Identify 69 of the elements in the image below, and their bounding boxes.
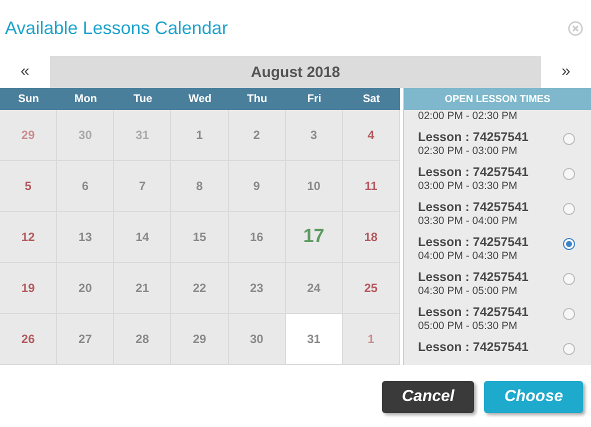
day-cell[interactable]: 26 xyxy=(0,314,58,365)
panel-heading: OPEN LESSON TIMES xyxy=(404,88,591,110)
day-cell[interactable]: 8 xyxy=(171,161,229,212)
day-cell[interactable]: 12 xyxy=(0,212,58,263)
day-cell[interactable]: 10 xyxy=(286,161,343,212)
lesson-time: 02:00 PM - 02:30 PM xyxy=(418,110,518,123)
lesson-time: 02:30 PM - 03:00 PM xyxy=(418,145,518,158)
day-cell[interactable]: 14 xyxy=(114,212,172,263)
day-cell[interactable]: 9 xyxy=(228,161,286,212)
radio-button[interactable] xyxy=(563,133,575,145)
radio-button[interactable] xyxy=(563,343,575,355)
lesson-time: 05:00 PM - 05:30 PM xyxy=(418,320,518,333)
day-cell[interactable]: 29 xyxy=(171,314,229,365)
day-cell[interactable]: 31 xyxy=(286,314,343,365)
lesson-time: 04:30 PM - 05:00 PM xyxy=(418,285,518,298)
day-cell[interactable]: 7 xyxy=(114,161,172,212)
choose-button[interactable]: Choose xyxy=(484,381,583,413)
radio-button[interactable] xyxy=(563,273,575,285)
lesson-title: Lesson : 74257541 xyxy=(418,270,528,285)
day-cell[interactable]: 19 xyxy=(0,263,58,314)
day-cell[interactable]: 24 xyxy=(286,263,343,314)
weekday-label: Sat xyxy=(362,92,381,107)
lesson-title: Lesson : 74257541 xyxy=(418,235,528,250)
weekday-label: Wed xyxy=(187,92,212,107)
day-cell[interactable]: 3 xyxy=(286,110,343,161)
lesson-time: 03:30 PM - 04:00 PM xyxy=(418,215,518,228)
day-cell[interactable]: 13 xyxy=(57,212,114,263)
day-cell[interactable]: 6 xyxy=(57,161,114,212)
weekday-label: Mon xyxy=(73,92,98,107)
day-cell[interactable]: 22 xyxy=(171,263,229,314)
day-cell[interactable]: 16 xyxy=(228,212,286,263)
day-cell[interactable]: 25 xyxy=(342,263,400,314)
lesson-title: Lesson : 74257541 xyxy=(418,130,528,145)
day-cell[interactable]: 1 xyxy=(342,314,400,365)
radio-button[interactable] xyxy=(563,308,575,320)
day-cell[interactable]: 18 xyxy=(342,212,400,263)
radio-button[interactable] xyxy=(563,203,575,215)
lesson-title: Lesson : 74257541 xyxy=(418,305,528,320)
day-cell[interactable]: 11 xyxy=(342,161,400,212)
day-cell[interactable]: 1 xyxy=(171,110,229,161)
cancel-button[interactable]: Cancel xyxy=(382,381,474,413)
radio-button[interactable] xyxy=(563,238,575,250)
lesson-time: 03:00 PM - 03:30 PM xyxy=(418,180,518,193)
month-title: August 2018 xyxy=(50,56,541,88)
radio-button[interactable] xyxy=(563,168,575,180)
lesson-title: Lesson : 74257541 xyxy=(418,200,528,215)
lesson-title: Lesson : 74257541 xyxy=(418,165,528,180)
day-cell[interactable]: 31 xyxy=(114,110,172,161)
weekday-label: Thu xyxy=(246,92,268,107)
day-cell[interactable]: 15 xyxy=(171,212,229,263)
day-cell[interactable]: 23 xyxy=(228,263,286,314)
day-cell[interactable]: 17 xyxy=(286,212,343,263)
weekday-label: Fri xyxy=(306,92,322,107)
day-cell[interactable]: 30 xyxy=(228,314,286,365)
day-cell[interactable]: 27 xyxy=(57,314,114,365)
day-cell[interactable]: 30 xyxy=(57,110,114,161)
day-cell[interactable]: 4 xyxy=(342,110,400,161)
day-cell[interactable]: 2 xyxy=(228,110,286,161)
close-icon[interactable] xyxy=(568,20,583,36)
day-cell[interactable]: 21 xyxy=(114,263,172,314)
dialog-title: Available Lessons Calendar xyxy=(5,18,228,38)
day-cell[interactable]: 29 xyxy=(0,110,58,161)
lesson-time: 04:00 PM - 04:30 PM xyxy=(418,250,518,263)
weekday-label: Sun xyxy=(17,92,40,107)
day-cell[interactable]: 5 xyxy=(0,161,58,212)
weekday-label: Tue xyxy=(132,92,154,107)
day-cell[interactable]: 28 xyxy=(114,314,172,365)
day-cell[interactable]: 20 xyxy=(57,263,114,314)
lesson-title: Lesson : 74257541 xyxy=(418,340,528,355)
